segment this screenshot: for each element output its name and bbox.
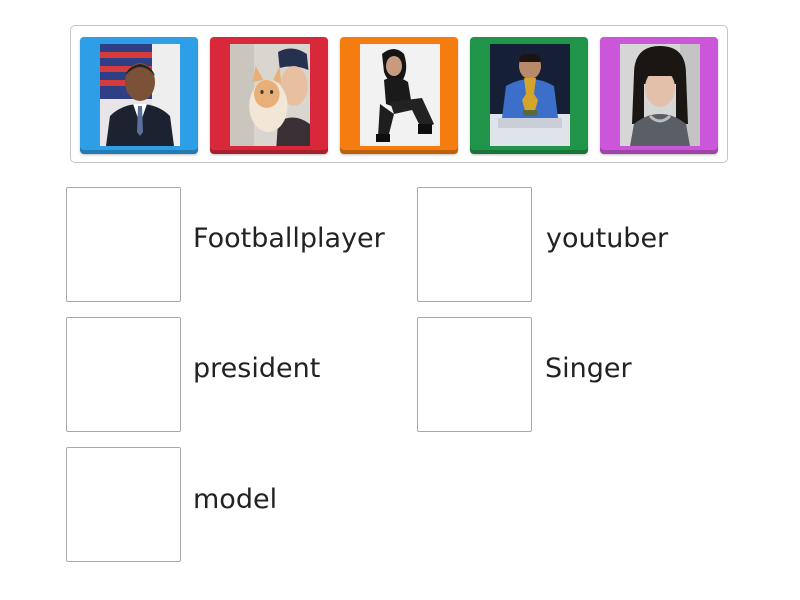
portrait-photo-man-with-cat bbox=[230, 44, 310, 146]
portrait-photo-man-with-trophy bbox=[490, 44, 570, 146]
target-label-singer: Singer bbox=[545, 353, 632, 384]
drop-box-footballplayer[interactable] bbox=[66, 187, 181, 302]
portrait-photo-man-suit-flag bbox=[100, 44, 180, 146]
drop-box-singer[interactable] bbox=[417, 317, 532, 432]
image-tile-1[interactable] bbox=[80, 37, 198, 154]
portrait-photo-woman-bangs bbox=[620, 44, 700, 146]
image-tile-4[interactable] bbox=[470, 37, 588, 154]
target-label-president: president bbox=[193, 353, 321, 384]
image-tile-5[interactable] bbox=[600, 37, 718, 154]
drop-box-president[interactable] bbox=[66, 317, 181, 432]
target-label-model: model bbox=[193, 484, 278, 515]
image-tile-2[interactable] bbox=[210, 37, 328, 154]
drop-box-youtuber[interactable] bbox=[417, 187, 532, 302]
image-tile-3[interactable] bbox=[340, 37, 458, 154]
image-tray bbox=[70, 25, 728, 163]
portrait-photo-woman-sitting bbox=[360, 44, 440, 146]
target-label-youtuber: youtuber bbox=[546, 223, 669, 254]
target-label-footballplayer: Footballplayer bbox=[193, 223, 385, 254]
drop-box-model[interactable] bbox=[66, 447, 181, 562]
